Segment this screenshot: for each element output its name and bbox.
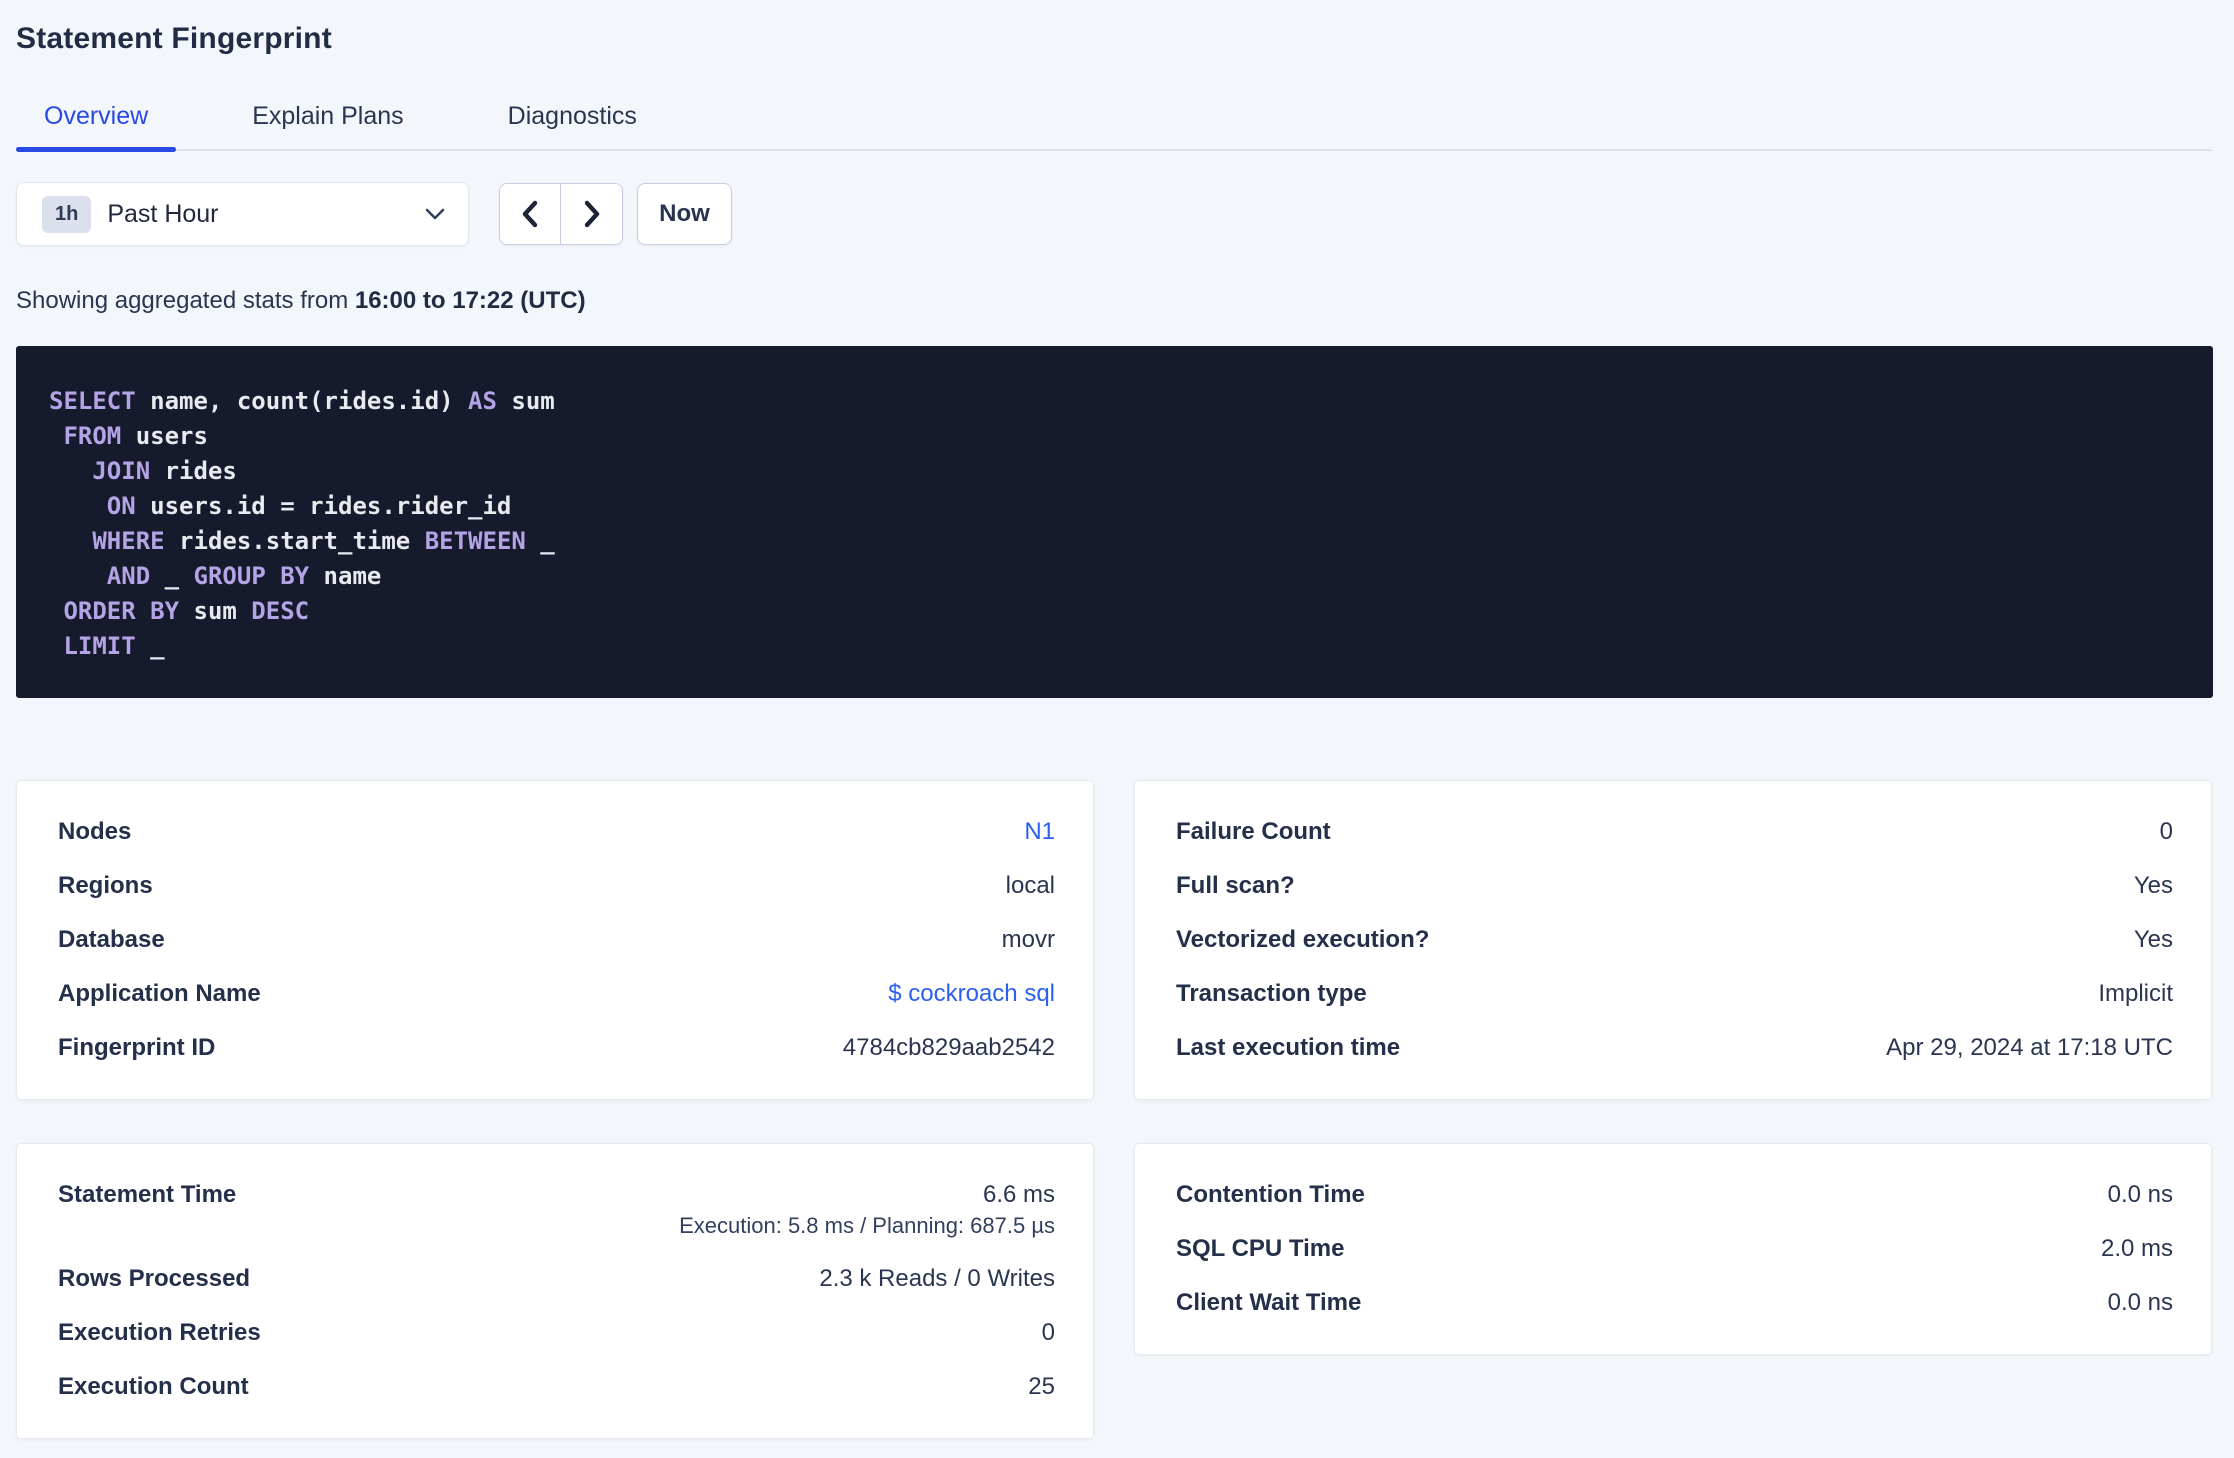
failure-count-value: 0 bbox=[2159, 818, 2173, 845]
table-row: Fingerprint ID 4784cb829aab2542 bbox=[58, 1021, 1055, 1075]
sql-cpu-time-value: 2.0 ms bbox=[2100, 1235, 2173, 1262]
sql-line: LIMIT _ bbox=[63, 632, 165, 660]
sql-line: JOIN rides bbox=[92, 457, 237, 485]
kv-label: Rows Processed bbox=[58, 1265, 251, 1292]
overview-details-card: Nodes N1 Regions local Database movr Applicati… bbox=[16, 780, 1094, 1100]
next-time-button[interactable] bbox=[561, 184, 622, 244]
kv-label: Fingerprint ID bbox=[58, 1034, 216, 1061]
kv-label: Regions bbox=[58, 872, 153, 899]
tab-explain-plans[interactable]: Explain Plans bbox=[224, 102, 431, 149]
table-row: Statement Time 6.6 ms Execution: 5.8 ms / … bbox=[58, 1168, 1055, 1252]
tab-diagnostics[interactable]: Diagnostics bbox=[480, 102, 665, 149]
table-row: Execution Count 25 bbox=[58, 1360, 1055, 1414]
table-row: Full scan? Yes bbox=[1176, 859, 2173, 913]
kv-label: Application Name bbox=[58, 980, 261, 1007]
sql-line: SELECT name, count(rides.id) AS sum bbox=[49, 387, 555, 415]
kv-label: Client Wait Time bbox=[1176, 1289, 1362, 1316]
kv-label: Last execution time bbox=[1176, 1034, 1401, 1061]
tab-overview[interactable]: Overview bbox=[16, 102, 177, 152]
statement-time-value-detail: Execution: 5.8 ms / Planning: 687.5 µs bbox=[679, 1213, 1055, 1238]
summary-cards: Nodes N1 Regions local Database movr Applicati… bbox=[16, 780, 2212, 1439]
last-execution-time-value: Apr 29, 2024 at 17:18 UTC bbox=[1886, 1034, 2173, 1061]
table-row: Execution Retries 0 bbox=[58, 1306, 1055, 1360]
kv-label: Transaction type bbox=[1176, 980, 1367, 1007]
table-row: Application Name $ cockroach sql bbox=[58, 967, 1055, 1021]
table-row: Contention Time 0.0 ns bbox=[1176, 1168, 2173, 1222]
kv-label: Statement Time bbox=[58, 1181, 237, 1208]
regions-value: local bbox=[1005, 872, 1055, 899]
table-row: Regions local bbox=[58, 859, 1055, 913]
kv-label: Failure Count bbox=[1176, 818, 1331, 845]
aggregated-stats-line: Showing aggregated stats from 16:00 to 1… bbox=[16, 287, 2212, 315]
chevron-right-icon bbox=[581, 199, 603, 229]
statement-time-value: 6.6 ms bbox=[982, 1181, 1055, 1208]
table-row: Failure Count 0 bbox=[1176, 805, 2173, 859]
time-step-buttons bbox=[499, 183, 623, 245]
time-picker-row: 1h Past Hour Now bbox=[16, 182, 2212, 246]
time-range-dropdown[interactable]: 1h Past Hour bbox=[16, 182, 469, 246]
aggregated-stats-range: 16:00 to 17:22 (UTC) bbox=[354, 287, 586, 314]
chevron-down-icon bbox=[424, 207, 446, 221]
kv-label: Vectorized execution? bbox=[1176, 926, 1430, 953]
kv-label: Execution Count bbox=[58, 1373, 249, 1400]
table-row: Client Wait Time 0.0 ns bbox=[1176, 1276, 2173, 1330]
application-name-value[interactable]: $ cockroach sql bbox=[888, 980, 1055, 1007]
tab-bar: Overview Explain Plans Diagnostics bbox=[16, 102, 2212, 152]
table-row: Database movr bbox=[58, 913, 1055, 967]
time-range-badge: 1h bbox=[42, 195, 92, 233]
table-row: Transaction type Implicit bbox=[1176, 967, 2173, 1021]
kv-label: Database bbox=[58, 926, 165, 953]
rows-processed-value: 2.3 k Reads / 0 Writes bbox=[819, 1265, 1055, 1292]
vectorized-execution-value: Yes bbox=[2133, 926, 2173, 953]
kv-label: SQL CPU Time bbox=[1176, 1235, 1345, 1262]
timing-stats-card: Contention Time 0.0 ns SQL CPU Time 2.0 ms C… bbox=[1134, 1143, 2212, 1355]
table-row: Rows Processed 2.3 k Reads / 0 Writes bbox=[58, 1252, 1055, 1306]
kv-label: Full scan? bbox=[1176, 872, 1295, 899]
sql-line: ON users.id = rides.rider_id bbox=[106, 492, 512, 520]
kv-label: Nodes bbox=[58, 818, 132, 845]
table-row: Vectorized execution? Yes bbox=[1176, 913, 2173, 967]
sql-statement: SELECT name, count(rides.id) AS sum FROM… bbox=[49, 384, 2180, 664]
fingerprint-id-value: 4784cb829aab2542 bbox=[842, 1034, 1055, 1061]
statement-stats-card: Statement Time 6.6 ms Execution: 5.8 ms / … bbox=[16, 1143, 1094, 1439]
execution-retries-value: 0 bbox=[1041, 1319, 1055, 1346]
kv-label: Execution Retries bbox=[58, 1319, 261, 1346]
table-row: Last execution time Apr 29, 2024 at 17:18… bbox=[1176, 1021, 2173, 1075]
transaction-type-value: Implicit bbox=[2098, 980, 2173, 1007]
table-row: Nodes N1 bbox=[58, 805, 1055, 859]
execution-count-value: 25 bbox=[1028, 1373, 1055, 1400]
sql-line: ORDER BY sum DESC bbox=[63, 597, 310, 625]
sql-statement-box: SELECT name, count(rides.id) AS sum FROM… bbox=[16, 346, 2213, 698]
now-button[interactable]: Now bbox=[637, 183, 732, 245]
sql-line: WHERE rides.start_time BETWEEN _ bbox=[92, 527, 555, 555]
aggregated-stats-prefix: Showing aggregated stats from bbox=[16, 287, 355, 314]
database-value: movr bbox=[1001, 926, 1055, 953]
sql-line: FROM users bbox=[63, 422, 208, 450]
time-range-label: Past Hour bbox=[107, 199, 219, 228]
sql-line: AND _ GROUP BY name bbox=[106, 562, 382, 590]
execution-attributes-card: Failure Count 0 Full scan? Yes Vectorized ex… bbox=[1134, 780, 2212, 1100]
client-wait-time-value: 0.0 ns bbox=[2107, 1289, 2173, 1316]
table-row: SQL CPU Time 2.0 ms bbox=[1176, 1222, 2173, 1276]
statement-fingerprint-page: Statement Fingerprint Overview Explain P… bbox=[0, 0, 2234, 1439]
previous-time-button[interactable] bbox=[500, 184, 561, 244]
kv-label: Contention Time bbox=[1176, 1181, 1365, 1208]
page-title: Statement Fingerprint bbox=[16, 22, 332, 55]
full-scan-value: Yes bbox=[2133, 872, 2173, 899]
nodes-value[interactable]: N1 bbox=[1024, 818, 1055, 845]
chevron-left-icon bbox=[519, 199, 541, 229]
contention-time-value: 0.0 ns bbox=[2107, 1181, 2173, 1208]
